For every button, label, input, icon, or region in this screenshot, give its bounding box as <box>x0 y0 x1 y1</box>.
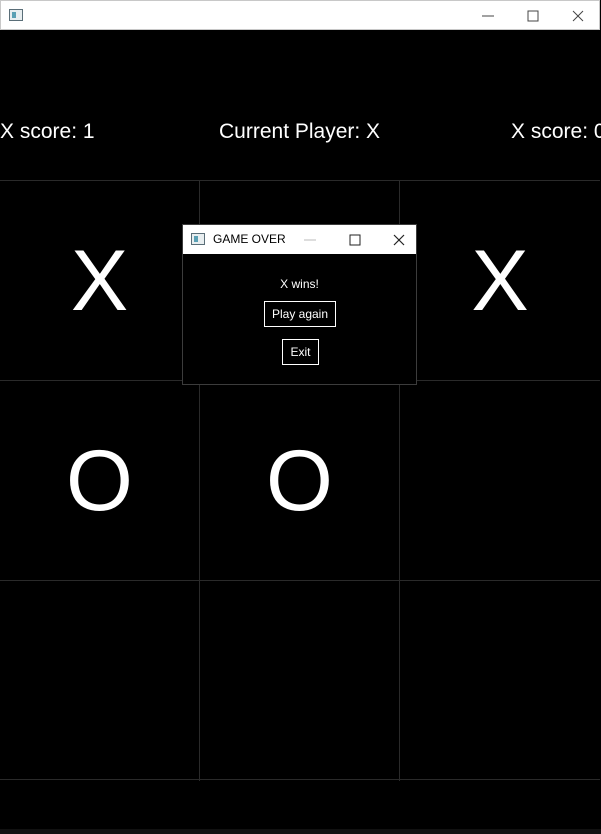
play-again-button[interactable]: Play again <box>264 301 336 327</box>
board-cell[interactable] <box>0 581 200 781</box>
maximize-button[interactable] <box>510 1 556 30</box>
maximize-icon <box>349 234 361 246</box>
board-cell[interactable] <box>400 581 600 781</box>
game-over-dialog: GAME OVER X wins! Play again Exit <box>182 224 417 385</box>
window-bottom-edge <box>0 829 601 834</box>
minimize-button[interactable] <box>465 1 511 30</box>
board-cell[interactable]: X <box>0 181 200 381</box>
app-window-icon <box>9 9 23 21</box>
exit-button[interactable]: Exit <box>282 339 319 365</box>
dialog-maximize-button[interactable] <box>335 225 375 254</box>
dialog-close-button[interactable] <box>379 225 419 254</box>
dialog-window-icon <box>191 233 205 245</box>
board-cell[interactable]: O <box>0 381 200 581</box>
board-cell[interactable]: O <box>200 381 400 581</box>
dialog-minimize-button[interactable] <box>290 225 330 254</box>
board-cell[interactable] <box>400 381 600 581</box>
minimize-icon <box>304 239 316 241</box>
window-titlebar <box>0 0 600 30</box>
board-cell[interactable] <box>200 581 400 781</box>
board-cell[interactable]: X <box>400 181 600 381</box>
dialog-title: GAME OVER <box>213 232 286 246</box>
close-icon <box>393 234 405 246</box>
x-score-right: X score: 0 <box>511 120 601 143</box>
dialog-titlebar: GAME OVER <box>183 225 416 254</box>
close-icon <box>572 10 584 22</box>
current-player-label: Current Player: X <box>219 120 381 143</box>
maximize-icon <box>527 10 539 22</box>
winner-message: X wins! <box>280 277 319 291</box>
minimize-icon <box>482 15 494 17</box>
close-button[interactable] <box>555 1 601 30</box>
x-score-left: X score: 1 <box>0 120 95 143</box>
